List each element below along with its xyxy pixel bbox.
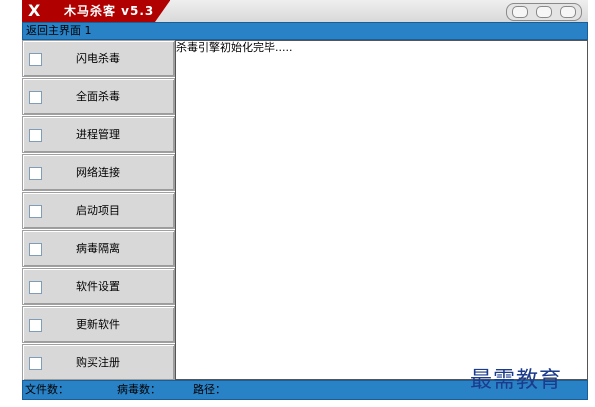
virus-count-label: 病毒数： <box>117 383 161 396</box>
sidebar-checkbox[interactable] <box>29 129 42 142</box>
log-message: 杀毒引擎初始化完毕..... <box>176 41 293 54</box>
sidebar-item-label: 更新软件 <box>76 318 120 331</box>
close-icon[interactable]: X <box>28 1 40 21</box>
sidebar-checkbox[interactable] <box>29 91 42 104</box>
sidebar-item-update[interactable]: 更新软件 <box>22 306 175 343</box>
window-controls <box>506 3 582 21</box>
sidebar-checkbox[interactable] <box>29 281 42 294</box>
sidebar-item-quarantine[interactable]: 病毒隔离 <box>22 230 175 267</box>
files-count-label: 文件数： <box>25 383 69 396</box>
sidebar-item-settings[interactable]: 软件设置 <box>22 268 175 305</box>
sidebar-item-register[interactable]: 购买注册 <box>22 344 175 381</box>
sidebar-item-process-manager[interactable]: 进程管理 <box>22 116 175 153</box>
maximize-icon[interactable] <box>536 6 552 18</box>
sidebar-item-label: 病毒隔离 <box>76 242 120 255</box>
app-title: 木马杀客 v5.3 <box>64 4 155 18</box>
sidebar-item-label: 购买注册 <box>76 356 120 369</box>
sidebar-checkbox[interactable] <box>29 205 42 218</box>
log-panel[interactable]: 杀毒引擎初始化完毕..... <box>175 40 588 380</box>
minimize-icon[interactable] <box>512 6 528 18</box>
title-badge: X 木马杀客 v5.3 <box>22 0 170 22</box>
sidebar: 闪电杀毒 全面杀毒 进程管理 网络连接 启动项目 病毒隔离 软件设置 更新软件 <box>22 40 175 381</box>
sidebar-item-label: 闪电杀毒 <box>76 52 120 65</box>
sidebar-checkbox[interactable] <box>29 53 42 66</box>
sidebar-checkbox[interactable] <box>29 319 42 332</box>
sidebar-item-label: 全面杀毒 <box>76 90 120 103</box>
watermark: 最需教育 <box>470 368 563 393</box>
sidebar-item-network-connections[interactable]: 网络连接 <box>22 154 175 191</box>
sidebar-checkbox[interactable] <box>29 357 42 370</box>
sidebar-item-quick-scan[interactable]: 闪电杀毒 <box>22 40 175 77</box>
sidebar-item-label: 软件设置 <box>76 280 120 293</box>
sidebar-item-label: 进程管理 <box>76 128 120 141</box>
sidebar-checkbox[interactable] <box>29 243 42 256</box>
nav-bar: 返回主界面 1 <box>22 22 588 40</box>
sidebar-item-label: 启动项目 <box>76 204 120 217</box>
close-window-icon[interactable] <box>560 6 576 18</box>
sidebar-item-full-scan[interactable]: 全面杀毒 <box>22 78 175 115</box>
title-bar[interactable]: X 木马杀客 v5.3 <box>22 0 588 22</box>
path-label: 路径： <box>193 383 226 396</box>
back-to-main-link[interactable]: 返回主界面 1 <box>26 23 92 39</box>
sidebar-item-label: 网络连接 <box>76 166 120 179</box>
sidebar-checkbox[interactable] <box>29 167 42 180</box>
sidebar-item-startup-items[interactable]: 启动项目 <box>22 192 175 229</box>
app-window: X 木马杀客 v5.3 返回主界面 1 闪电杀毒 全面杀毒 进程管理 网络连接 <box>22 0 588 405</box>
